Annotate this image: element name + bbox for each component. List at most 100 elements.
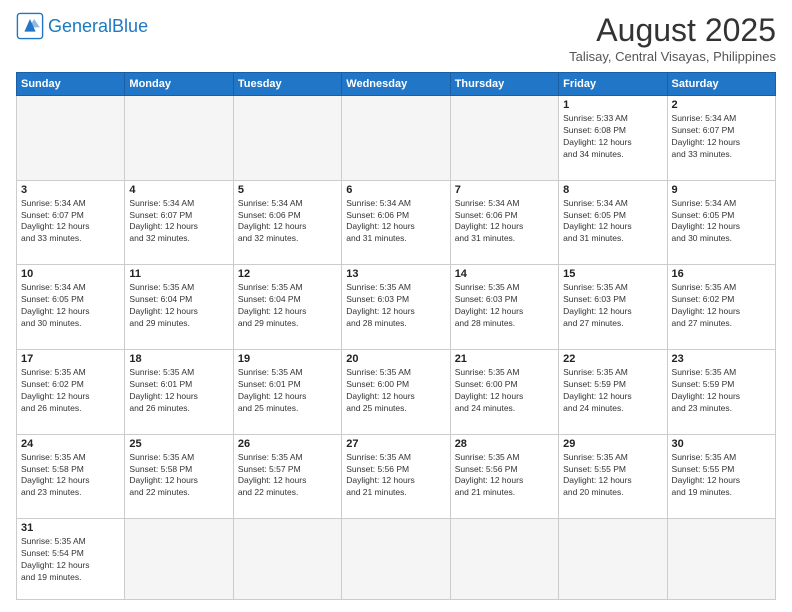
month-title: August 2025: [569, 12, 776, 49]
day-info: Sunrise: 5:35 AMSunset: 6:01 PMDaylight:…: [238, 367, 337, 415]
day-info: Sunrise: 5:35 AMSunset: 5:57 PMDaylight:…: [238, 452, 337, 500]
table-row: 5 Sunrise: 5:34 AMSunset: 6:06 PMDaylight…: [233, 180, 341, 265]
day-info: Sunrise: 5:34 AMSunset: 6:07 PMDaylight:…: [21, 198, 120, 246]
day-number: 15: [563, 268, 662, 280]
table-row: 23Sunrise: 5:35 AMSunset: 5:59 PMDayligh…: [667, 350, 775, 435]
table-row: [450, 519, 558, 600]
logo: GeneralBlue: [16, 12, 148, 40]
day-info: Sunrise: 5:34 AMSunset: 6:05 PMDaylight:…: [672, 198, 771, 246]
page: GeneralBlue August 2025 Talisay, Central…: [0, 0, 792, 612]
day-number: 19: [238, 353, 337, 365]
table-row: [342, 96, 450, 181]
table-row: 15 Sunrise: 5:35 AMSunset: 6:03 PMDayligh…: [559, 265, 667, 350]
table-row: 6Sunrise: 5:34 AMSunset: 6:06 PMDaylight…: [342, 180, 450, 265]
day-number: 21: [455, 353, 554, 365]
table-row: 21 Sunrise: 5:35 AMSunset: 6:00 PMDayligh…: [450, 350, 558, 435]
header-sunday: Sunday: [17, 73, 125, 96]
day-number: 13: [346, 268, 445, 280]
table-row: 25 Sunrise: 5:35 AMSunset: 5:58 PMDayligh…: [125, 434, 233, 519]
weekday-header-row: Sunday Monday Tuesday Wednesday Thursday…: [17, 73, 776, 96]
table-row: 1 Sunrise: 5:33 AMSunset: 6:08 PMDaylight…: [559, 96, 667, 181]
day-info: Sunrise: 5:35 AMSunset: 6:04 PMDaylight:…: [129, 282, 228, 330]
table-row: 24 Sunrise: 5:35 AMSunset: 5:58 PMDayligh…: [17, 434, 125, 519]
table-row: 16 Sunrise: 5:35 AMSunset: 6:02 PMDayligh…: [667, 265, 775, 350]
table-row: 18 Sunrise: 5:35 AMSunset: 6:01 PMDayligh…: [125, 350, 233, 435]
day-number: 18: [129, 353, 228, 365]
calendar-week-row: 3 Sunrise: 5:34 AMSunset: 6:07 PMDaylight…: [17, 180, 776, 265]
table-row: 11 Sunrise: 5:35 AMSunset: 6:04 PMDayligh…: [125, 265, 233, 350]
title-block: August 2025 Talisay, Central Visayas, Ph…: [569, 12, 776, 64]
logo-text: GeneralBlue: [48, 16, 148, 37]
table-row: [17, 96, 125, 181]
table-row: 19 Sunrise: 5:35 AMSunset: 6:01 PMDayligh…: [233, 350, 341, 435]
day-number: 29: [563, 438, 662, 450]
table-row: 26 Sunrise: 5:35 AMSunset: 5:57 PMDayligh…: [233, 434, 341, 519]
day-number: 6: [346, 184, 445, 196]
table-row: [125, 96, 233, 181]
day-info: Sunrise: 5:34 AMSunset: 6:06 PMDaylight:…: [455, 198, 554, 246]
day-number: 2: [672, 99, 771, 111]
day-number: 10: [21, 268, 120, 280]
day-number: 9: [672, 184, 771, 196]
calendar: Sunday Monday Tuesday Wednesday Thursday…: [16, 72, 776, 600]
calendar-week-row: 1 Sunrise: 5:33 AMSunset: 6:08 PMDaylight…: [17, 96, 776, 181]
calendar-week-row: 31Sunrise: 5:35 AMSunset: 5:54 PMDayligh…: [17, 519, 776, 600]
day-number: 8: [563, 184, 662, 196]
day-number: 5: [238, 184, 337, 196]
table-row: [667, 519, 775, 600]
day-number: 17: [21, 353, 120, 365]
day-number: 11: [129, 268, 228, 280]
day-info: Sunrise: 5:34 AMSunset: 6:05 PMDaylight:…: [563, 198, 662, 246]
day-number: 22: [563, 353, 662, 365]
table-row: 20Sunrise: 5:35 AMSunset: 6:00 PMDayligh…: [342, 350, 450, 435]
day-info: Sunrise: 5:34 AMSunset: 6:06 PMDaylight:…: [238, 198, 337, 246]
table-row: [125, 519, 233, 600]
calendar-week-row: 10Sunrise: 5:34 AMSunset: 6:05 PMDayligh…: [17, 265, 776, 350]
day-number: 20: [346, 353, 445, 365]
header-tuesday: Tuesday: [233, 73, 341, 96]
table-row: 10Sunrise: 5:34 AMSunset: 6:05 PMDayligh…: [17, 265, 125, 350]
day-info: Sunrise: 5:35 AMSunset: 6:02 PMDaylight:…: [672, 282, 771, 330]
table-row: 27Sunrise: 5:35 AMSunset: 5:56 PMDayligh…: [342, 434, 450, 519]
table-row: [233, 519, 341, 600]
day-number: 31: [21, 522, 120, 534]
table-row: [450, 96, 558, 181]
day-info: Sunrise: 5:35 AMSunset: 6:00 PMDaylight:…: [455, 367, 554, 415]
table-row: 30 Sunrise: 5:35 AMSunset: 5:55 PMDayligh…: [667, 434, 775, 519]
day-number: 24: [21, 438, 120, 450]
day-info: Sunrise: 5:35 AMSunset: 5:55 PMDaylight:…: [672, 452, 771, 500]
table-row: 4Sunrise: 5:34 AMSunset: 6:07 PMDaylight…: [125, 180, 233, 265]
table-row: 17Sunrise: 5:35 AMSunset: 6:02 PMDayligh…: [17, 350, 125, 435]
day-info: Sunrise: 5:35 AMSunset: 6:03 PMDaylight:…: [455, 282, 554, 330]
location: Talisay, Central Visayas, Philippines: [569, 49, 776, 64]
day-info: Sunrise: 5:34 AMSunset: 6:07 PMDaylight:…: [129, 198, 228, 246]
day-info: Sunrise: 5:35 AMSunset: 6:04 PMDaylight:…: [238, 282, 337, 330]
table-row: 29 Sunrise: 5:35 AMSunset: 5:55 PMDayligh…: [559, 434, 667, 519]
day-info: Sunrise: 5:35 AMSunset: 5:58 PMDaylight:…: [21, 452, 120, 500]
header: GeneralBlue August 2025 Talisay, Central…: [16, 12, 776, 64]
calendar-week-row: 17Sunrise: 5:35 AMSunset: 6:02 PMDayligh…: [17, 350, 776, 435]
day-number: 30: [672, 438, 771, 450]
table-row: 7 Sunrise: 5:34 AMSunset: 6:06 PMDaylight…: [450, 180, 558, 265]
table-row: 12Sunrise: 5:35 AMSunset: 6:04 PMDayligh…: [233, 265, 341, 350]
day-number: 1: [563, 99, 662, 111]
logo-icon: [16, 12, 44, 40]
table-row: [233, 96, 341, 181]
header-friday: Friday: [559, 73, 667, 96]
table-row: 2Sunrise: 5:34 AMSunset: 6:07 PMDaylight…: [667, 96, 775, 181]
day-number: 25: [129, 438, 228, 450]
day-info: Sunrise: 5:35 AMSunset: 6:01 PMDaylight:…: [129, 367, 228, 415]
day-info: Sunrise: 5:33 AMSunset: 6:08 PMDaylight:…: [563, 113, 662, 161]
day-info: Sunrise: 5:35 AMSunset: 5:59 PMDaylight:…: [672, 367, 771, 415]
day-info: Sunrise: 5:35 AMSunset: 5:55 PMDaylight:…: [563, 452, 662, 500]
day-number: 16: [672, 268, 771, 280]
header-wednesday: Wednesday: [342, 73, 450, 96]
day-number: 7: [455, 184, 554, 196]
table-row: 8 Sunrise: 5:34 AMSunset: 6:05 PMDaylight…: [559, 180, 667, 265]
day-number: 3: [21, 184, 120, 196]
day-info: Sunrise: 5:35 AMSunset: 6:03 PMDaylight:…: [563, 282, 662, 330]
table-row: 3 Sunrise: 5:34 AMSunset: 6:07 PMDaylight…: [17, 180, 125, 265]
header-thursday: Thursday: [450, 73, 558, 96]
day-number: 26: [238, 438, 337, 450]
day-info: Sunrise: 5:35 AMSunset: 5:58 PMDaylight:…: [129, 452, 228, 500]
